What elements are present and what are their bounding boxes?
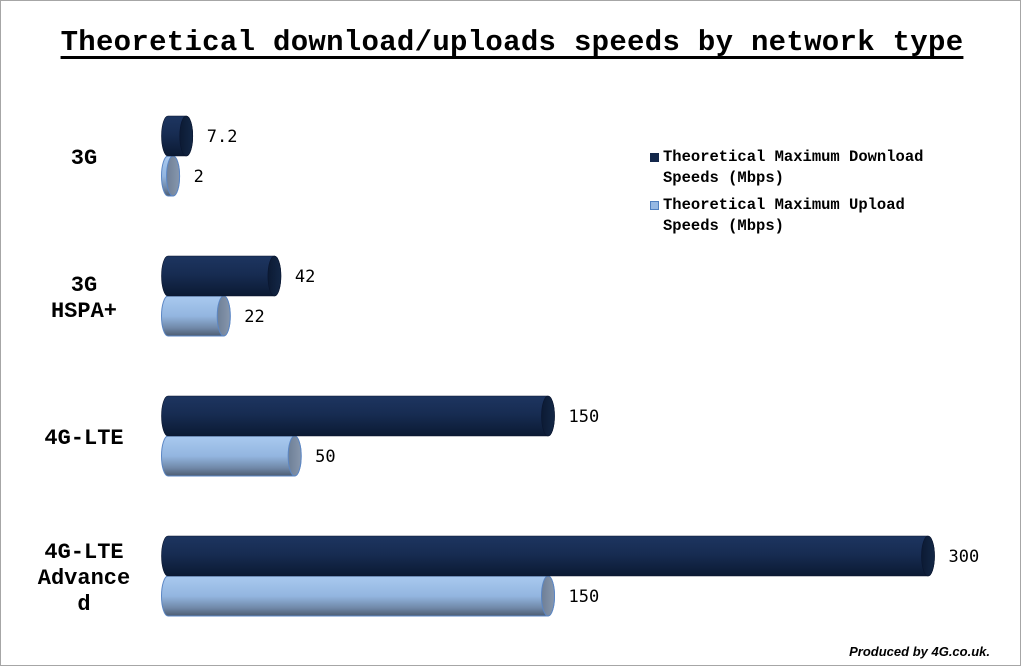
- bar-upload-4g-lte: [161, 435, 302, 477]
- category-label-4g-lte-advanced-line1: 4G-LTE: [44, 540, 123, 565]
- value-label-upload-4g-lte: 50: [315, 447, 335, 467]
- legend-item-download: Theoretical Maximum Download Speeds (Mbp…: [650, 147, 990, 189]
- bar-upload-4g-lte-advanced: [161, 575, 555, 617]
- category-label-4g-lte: 4G-LTE: [44, 426, 123, 451]
- legend: Theoretical Maximum Download Speeds (Mbp…: [650, 147, 990, 243]
- legend-label-upload-line1: Theoretical Maximum Upload: [663, 196, 905, 214]
- bar-upload-3g: [161, 155, 181, 197]
- value-label-download-4g-lte: 150: [569, 407, 600, 427]
- category-label-3g: 3G: [71, 146, 97, 171]
- category-label-4g-lte-advanced-line2: Advance: [38, 566, 130, 591]
- bar-body: [161, 575, 555, 617]
- bar-upload-3g-hspa: [161, 295, 231, 337]
- bar-end-cap: [166, 155, 181, 197]
- bar-download-3g-hspa: [161, 255, 282, 297]
- bar-body: [161, 255, 282, 297]
- legend-label-download-line2: Speeds (Mbps): [663, 169, 784, 187]
- legend-swatch-download: [650, 153, 659, 162]
- bar-body: [161, 395, 555, 437]
- value-label-download-4g-lte-advanced: 300: [949, 547, 980, 567]
- category-label-4g-lte-advanced-line3: d: [77, 592, 90, 617]
- bar-end-cap: [179, 115, 194, 157]
- legend-item-upload: Theoretical Maximum Upload Speeds (Mbps): [650, 195, 990, 237]
- bar-end-cap: [267, 255, 282, 297]
- bar-body: [161, 535, 935, 577]
- category-label-3g-hspa-line2: HSPA+: [51, 299, 117, 324]
- bar-end-cap: [921, 535, 935, 577]
- footer-credit: Produced by 4G.co.uk.: [849, 644, 990, 659]
- legend-label-upload-line2: Speeds (Mbps): [663, 217, 784, 235]
- legend-swatch-upload: [650, 201, 659, 210]
- bar-end-cap: [216, 295, 231, 337]
- bar-download-4g-lte: [161, 395, 555, 437]
- bar-end-cap: [541, 395, 555, 437]
- bar-download-3g: [161, 115, 194, 157]
- value-label-download-3g-hspa: 42: [295, 267, 315, 287]
- bar-body: [161, 435, 302, 477]
- legend-label-download-line1: Theoretical Maximum Download: [663, 148, 924, 166]
- bar-chart: 3G3GHSPA+4G-LTE4G-LTEAdvanced 27.2224250…: [38, 115, 980, 617]
- value-label-upload-3g: 2: [194, 167, 204, 187]
- value-label-download-3g: 7.2: [207, 127, 238, 147]
- value-label-upload-3g-hspa: 22: [244, 307, 264, 327]
- value-label-upload-4g-lte-advanced: 150: [569, 587, 600, 607]
- category-label-3g-hspa-line1: 3G: [71, 273, 97, 298]
- bar-end-cap: [287, 435, 302, 477]
- bar-end-cap: [541, 575, 555, 617]
- bar-download-4g-lte-advanced: [161, 535, 935, 577]
